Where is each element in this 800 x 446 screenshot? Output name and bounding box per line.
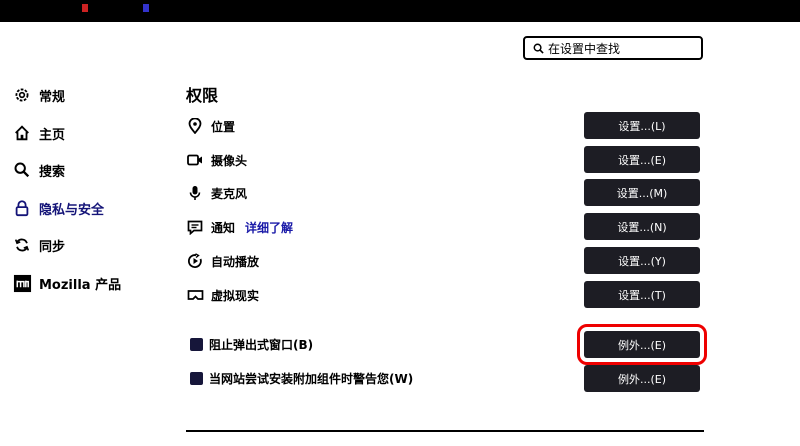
search-icon [12, 160, 32, 180]
sidebar-item-label: 隐私与安全 [39, 202, 105, 218]
gear-icon [12, 85, 32, 105]
permission-row-notifications: 通知 详细了解 [186, 216, 293, 238]
permission-label: 摄像头 [211, 153, 248, 168]
tab-mark [143, 4, 149, 12]
location-settings-button[interactable]: 设置...(L) [584, 112, 700, 139]
permission-label: 位置 [211, 119, 236, 134]
sidebar-item-home[interactable]: 主页 [12, 122, 65, 144]
settings-search-input[interactable]: 在设置中查找 [523, 36, 703, 60]
addon-exceptions-button[interactable]: 例外...(E) [584, 365, 700, 392]
permission-row-microphone: 麦克风 [186, 182, 247, 204]
autoplay-settings-button[interactable]: 设置...(Y) [584, 247, 700, 274]
permission-row-vr: 虚拟现实 [186, 284, 259, 306]
lock-icon [12, 198, 32, 218]
sidebar-item-search[interactable]: 搜索 [12, 159, 65, 181]
sync-icon [12, 235, 32, 255]
sidebar-item-mozilla-products[interactable]: Mozilla 产品 [12, 272, 121, 294]
learn-more-link[interactable]: 详细了解 [245, 219, 293, 236]
block-popups-checkbox[interactable] [190, 337, 203, 351]
search-label: 在设置中查找 [548, 41, 621, 56]
search-icon [533, 43, 544, 54]
permission-row-autoplay: 自动播放 [186, 250, 259, 272]
block-popups-option[interactable]: 阻止弹出式窗口(B) [190, 334, 313, 354]
permission-label: 通知 [211, 220, 236, 235]
camera-settings-button[interactable]: 设置...(E) [584, 146, 700, 173]
permission-label: 麦克风 [211, 186, 248, 201]
title-bar [0, 0, 800, 22]
sidebar-item-label: 搜索 [39, 164, 66, 180]
microphone-icon [186, 184, 204, 202]
sidebar-item-sync[interactable]: 同步 [12, 234, 65, 256]
home-icon [12, 123, 32, 143]
permission-row-location: 位置 [186, 115, 235, 137]
addon-warning-option[interactable]: 当网站尝试安装附加组件时警告您(W) [190, 368, 413, 388]
autoplay-icon [186, 252, 204, 270]
permission-row-camera: 摄像头 [186, 149, 247, 171]
sidebar-item-label: 常规 [39, 89, 66, 105]
sidebar-item-label: 同步 [39, 239, 66, 255]
tab-mark [82, 4, 88, 12]
sidebar-item-privacy[interactable]: 隐私与安全 [12, 197, 104, 219]
vr-icon [186, 286, 204, 304]
sidebar-item-label: Mozilla 产品 [39, 277, 122, 293]
popup-exceptions-button[interactable]: 例外...(E) [577, 324, 707, 365]
microphone-settings-button[interactable]: 设置...(M) [584, 179, 700, 206]
sidebar-item-general[interactable]: 常规 [12, 84, 65, 106]
notifications-settings-button[interactable]: 设置...(N) [584, 213, 700, 240]
permission-label: 自动播放 [211, 254, 260, 269]
vr-settings-button[interactable]: 设置...(T) [584, 281, 700, 308]
location-icon [186, 117, 204, 135]
checkbox-label: 阻止弹出式窗口(B) [209, 337, 314, 352]
sidebar-item-label: 主页 [39, 127, 66, 143]
section-divider [186, 430, 704, 432]
addon-warning-checkbox[interactable] [190, 371, 203, 385]
checkbox-label: 当网站尝试安装附加组件时警告您(W) [209, 371, 414, 386]
notification-icon [186, 218, 204, 236]
camera-icon [186, 151, 204, 169]
permission-label: 虚拟现实 [211, 288, 260, 303]
mozilla-icon [12, 273, 32, 293]
permissions-heading: 权限 [186, 86, 219, 105]
